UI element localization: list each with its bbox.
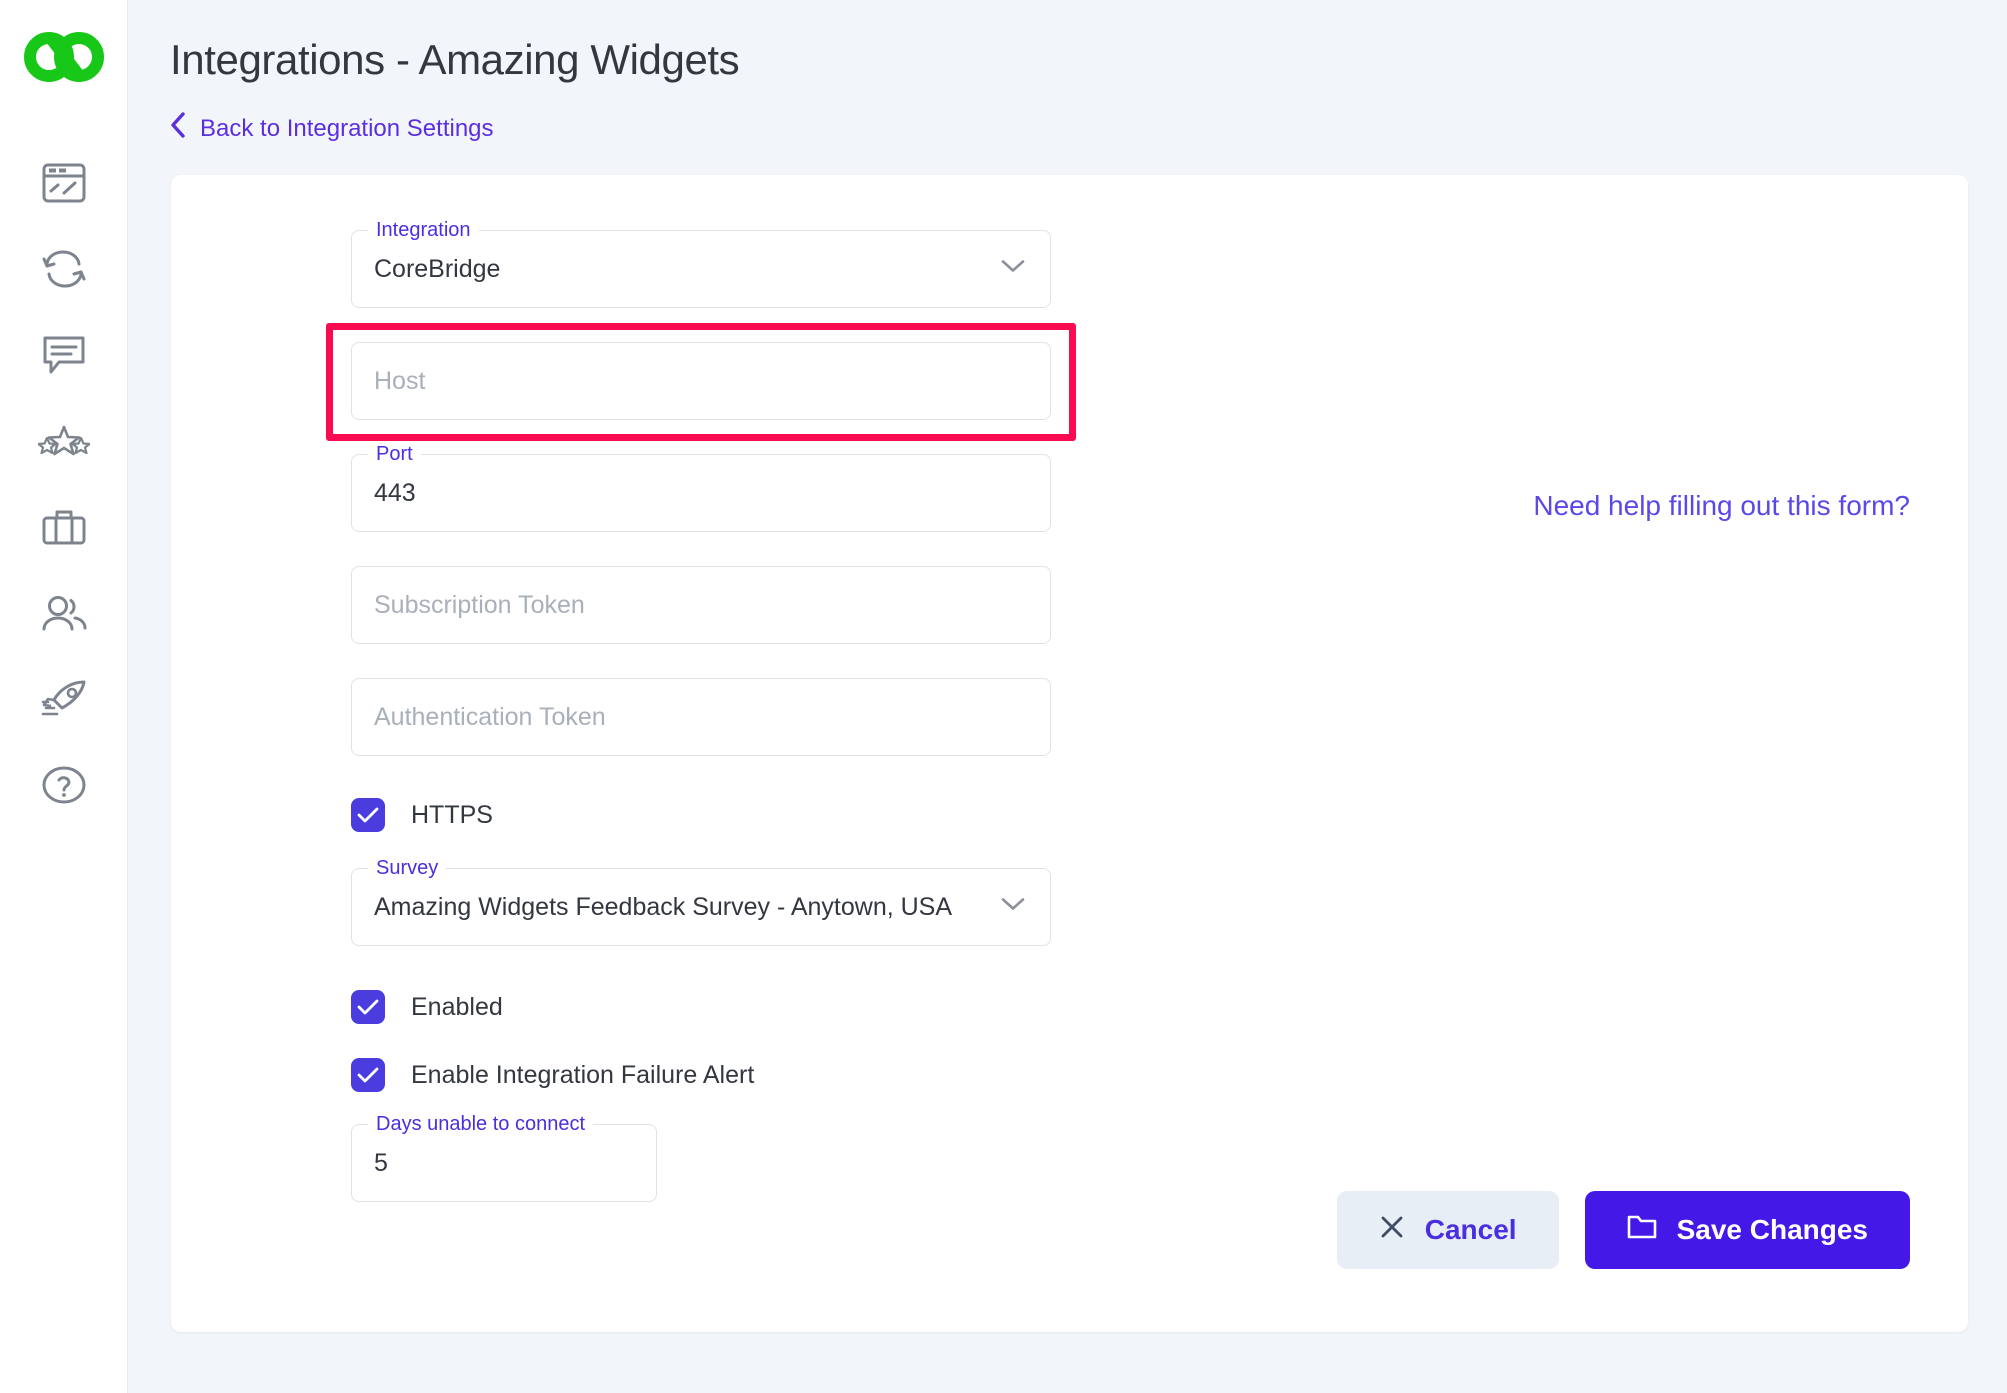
briefcase-icon (41, 507, 87, 547)
logo-svg (23, 32, 104, 82)
check-icon (357, 1067, 379, 1083)
chevron-down-icon (1000, 259, 1026, 280)
reviews-stars-icon (37, 423, 90, 459)
authentication-token-field: Authentication Token (351, 678, 1051, 756)
sidebar-item-reviews[interactable] (0, 398, 127, 484)
sidebar-item-dashboard[interactable] (0, 140, 127, 226)
feedback-icon (41, 334, 87, 376)
subscription-token-input[interactable]: Subscription Token (351, 566, 1051, 644)
app-root: Integrations - Amazing Widgets Back to I… (0, 0, 2007, 1393)
sidebar-item-sync[interactable] (0, 226, 127, 312)
sync-icon (41, 249, 87, 289)
cancel-button-label: Cancel (1424, 1214, 1517, 1245)
sidebar-item-feedback[interactable] (0, 312, 127, 398)
days-unable-input[interactable]: Days unable to connect 5 (351, 1113, 657, 1202)
https-checkbox-row[interactable]: HTTPS (351, 798, 1051, 832)
days-unable-label: Days unable to connect (368, 1113, 594, 1135)
integration-label: Integration (368, 219, 479, 241)
host-input[interactable]: Host (351, 342, 1051, 420)
check-icon (357, 807, 379, 823)
survey-label: Survey (368, 857, 447, 879)
sidebar-item-launch[interactable] (0, 656, 127, 742)
survey-value: Amazing Widgets Feedback Survey - Anytow… (374, 892, 953, 921)
authentication-token-placeholder: Authentication Token (374, 702, 606, 731)
survey-field: Survey Amazing Widgets Feedback Survey -… (351, 857, 1051, 946)
host-placeholder: Host (374, 366, 426, 395)
interlocking-rings-logo[interactable] (20, 22, 108, 92)
back-link-label: Back to Integration Settings (200, 114, 494, 142)
sidebar (0, 0, 127, 1393)
subscription-token-placeholder: Subscription Token (374, 590, 585, 619)
days-unable-field: Days unable to connect 5 (351, 1113, 657, 1202)
https-label: HTTPS (411, 800, 493, 829)
dashboard-icon (42, 163, 86, 203)
integration-value: CoreBridge (374, 254, 501, 283)
survey-select[interactable]: Survey Amazing Widgets Feedback Survey -… (351, 857, 1051, 946)
port-field: Port 443 (351, 443, 1051, 532)
port-input[interactable]: Port 443 (351, 443, 1051, 532)
help-circle-icon (41, 764, 87, 806)
need-help-link[interactable]: Need help filling out this form? (1533, 490, 1910, 522)
integration-form-card: Need help filling out this form? Integra… (171, 175, 1968, 1332)
port-label: Port (368, 443, 421, 465)
host-field: Host (326, 323, 1076, 441)
sidebar-item-users[interactable] (0, 570, 127, 656)
main-content: Integrations - Amazing Widgets Back to I… (127, 0, 2007, 1393)
check-icon (357, 999, 379, 1015)
enabled-checkbox-row[interactable]: Enabled (351, 990, 1051, 1024)
close-x-icon (1379, 1214, 1405, 1247)
chevron-left-icon (170, 112, 186, 145)
failure-alert-label: Enable Integration Failure Alert (411, 1060, 755, 1089)
enabled-checkbox[interactable] (351, 990, 385, 1024)
form-actions: Cancel Save Changes (1336, 1191, 1910, 1269)
back-to-integration-settings-link[interactable]: Back to Integration Settings (170, 112, 494, 145)
enabled-label: Enabled (411, 992, 503, 1021)
subscription-token-field: Subscription Token (351, 566, 1051, 644)
authentication-token-input[interactable]: Authentication Token (351, 678, 1051, 756)
cancel-button[interactable]: Cancel (1336, 1191, 1559, 1269)
save-changes-button-label: Save Changes (1676, 1214, 1868, 1245)
integration-select[interactable]: Integration CoreBridge (351, 219, 1051, 308)
sidebar-item-business[interactable] (0, 484, 127, 570)
port-value: 443 (374, 478, 416, 507)
users-icon (40, 593, 88, 633)
integration-form: Integration CoreBridge Host Port 443 Sub… (326, 219, 1076, 1202)
chevron-down-icon (1000, 897, 1026, 918)
failure-alert-checkbox[interactable] (351, 1058, 385, 1092)
sidebar-item-help[interactable] (0, 742, 127, 828)
days-unable-value: 5 (374, 1148, 388, 1177)
sidebar-nav (0, 140, 127, 828)
https-checkbox[interactable] (351, 798, 385, 832)
page-title: Integrations - Amazing Widgets (170, 36, 740, 83)
save-changes-button[interactable]: Save Changes (1584, 1191, 1910, 1269)
failure-alert-checkbox-row[interactable]: Enable Integration Failure Alert (351, 1058, 1051, 1092)
folder-save-icon (1627, 1214, 1657, 1247)
rocket-icon (40, 679, 88, 719)
integration-field: Integration CoreBridge (351, 219, 1051, 308)
